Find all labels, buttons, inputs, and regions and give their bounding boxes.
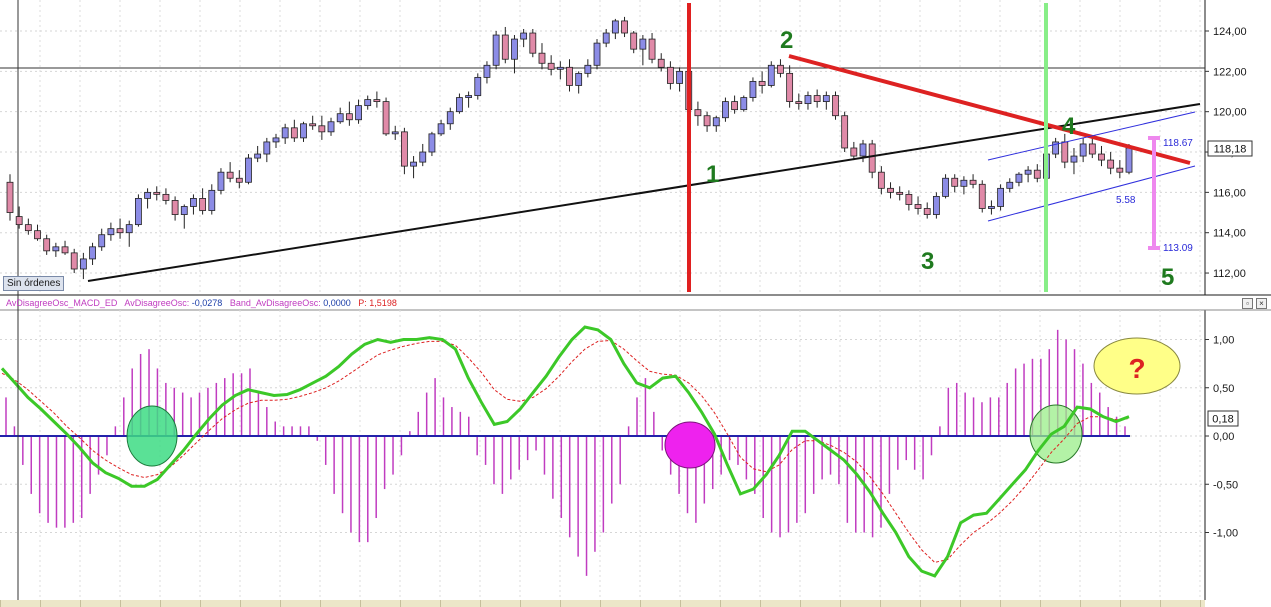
candle[interactable]: [474, 73, 482, 100]
indicator-name[interactable]: AvDisagreeOsc_MACD_ED: [6, 298, 117, 308]
candle[interactable]: [767, 61, 775, 88]
wave-label-2: 2: [780, 27, 793, 54]
series1-label: AvDisagreeOsc:: [124, 298, 190, 308]
wave-label-4: 4: [1062, 113, 1076, 140]
osc-tick-label: 0,50: [1213, 383, 1234, 395]
candle[interactable]: [841, 111, 849, 153]
range-low-label: 113.09: [1163, 243, 1193, 254]
pane-close-button[interactable]: ×: [1256, 298, 1267, 309]
candle[interactable]: [245, 154, 252, 185]
question-mark: ?: [1128, 353, 1145, 384]
price-tick-label: 120,00: [1213, 107, 1247, 119]
price-tick-label: 116,00: [1213, 187, 1246, 199]
range-size-label: 5.58: [1116, 195, 1136, 206]
osc-tick-label: 0,00: [1213, 431, 1234, 443]
oscillator-header: AvDisagreeOsc_MACD_ED AvDisagreeOsc: -0,…: [6, 298, 397, 308]
signal-circle-bullish-1: [126, 405, 178, 467]
wave-label-5: 5: [1161, 264, 1174, 291]
series3-value: 1,5198: [369, 298, 397, 308]
svg-text:118,18: 118,18: [1214, 144, 1247, 156]
candle[interactable]: [832, 91, 839, 120]
candle[interactable]: [593, 39, 601, 70]
wave-label-3: 3: [921, 248, 934, 275]
price-tick-label: 124,00: [1213, 26, 1247, 38]
price-tick-label: 122,00: [1213, 66, 1247, 78]
candle[interactable]: [135, 194, 142, 227]
candle[interactable]: [217, 168, 225, 195]
series1-value: -0,0278: [191, 298, 223, 308]
candle[interactable]: [932, 192, 940, 219]
candle[interactable]: [492, 31, 500, 70]
osc-tick-label: -1,00: [1213, 528, 1238, 540]
candle[interactable]: [740, 95, 748, 112]
candle[interactable]: [997, 184, 1004, 211]
osc-tick-label: -0,50: [1213, 479, 1238, 491]
candle[interactable]: [529, 28, 537, 58]
wave-label-1: 1: [706, 161, 719, 188]
orders-status-badge[interactable]: Sin órdenes: [3, 276, 65, 291]
time-axis-ruler: [0, 600, 1205, 607]
series2-label: Band_AvDisagreeOsc:: [229, 298, 321, 308]
candle[interactable]: [868, 139, 876, 179]
price-tick-label: 112,00: [1213, 268, 1246, 280]
range-high-label: 118.67: [1163, 138, 1193, 149]
candle[interactable]: [978, 180, 986, 213]
pane-restore-button[interactable]: ▫: [1242, 298, 1253, 309]
svg-text:0,18: 0,18: [1212, 414, 1233, 426]
osc-tick-label: 1,00: [1213, 335, 1234, 347]
series3-label: P:: [358, 298, 367, 308]
series2-value: 0,0000: [323, 298, 351, 308]
last-price-box: 118,18: [1207, 140, 1253, 157]
candle[interactable]: [382, 97, 390, 136]
price-tick-label: 114,00: [1213, 228, 1246, 240]
last-osc-box: 0,18: [1207, 410, 1239, 427]
signal-circle-bearish: [664, 421, 716, 469]
price-pane[interactable]: [0, 0, 1205, 295]
